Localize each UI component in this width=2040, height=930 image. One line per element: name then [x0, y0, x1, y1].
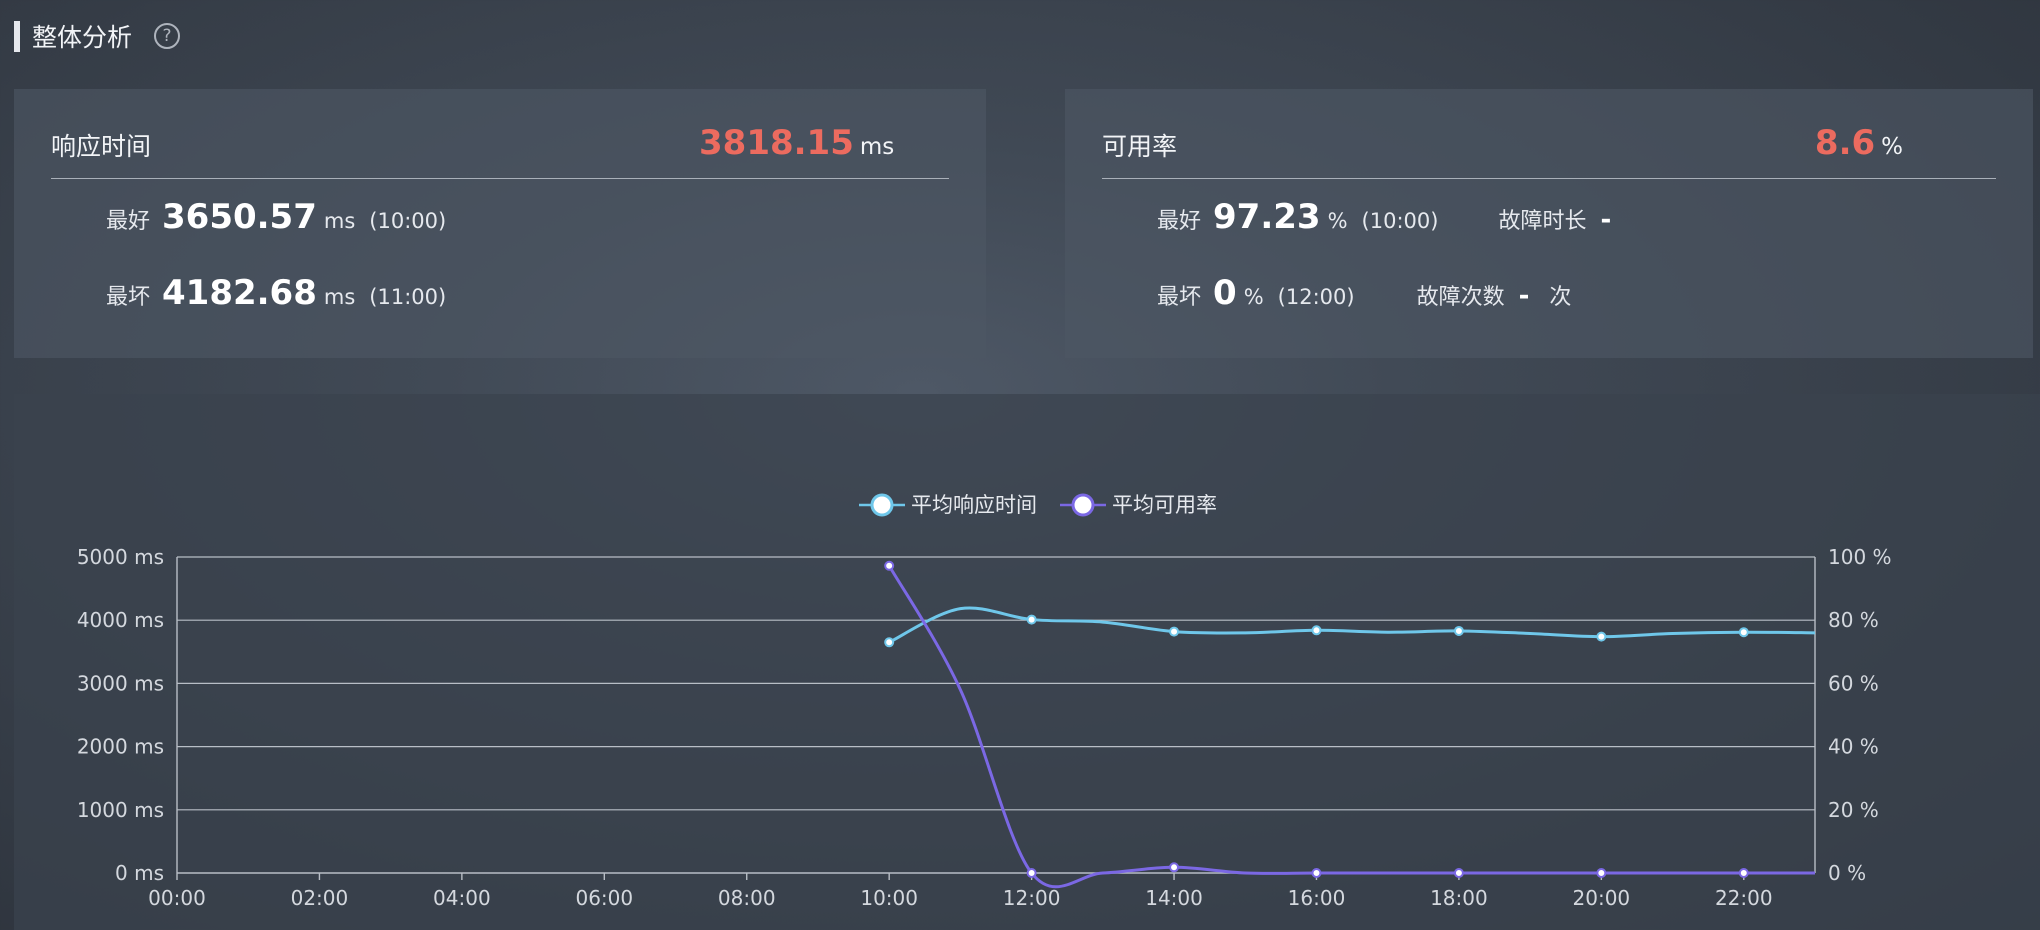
y-left-tick-label: 1000 ms	[77, 798, 164, 822]
fault-duration-label: 故障时长	[1498, 209, 1587, 234]
x-tick-label: 12:00	[1003, 886, 1061, 910]
response-time-point	[1026, 614, 1037, 625]
y-left-tick-label: 5000 ms	[77, 545, 164, 569]
availability-title: 可用率	[1102, 132, 1178, 161]
response-time-point	[1311, 625, 1322, 636]
response-worst-row: 最坏 4182.68 ms (11:00)	[106, 273, 446, 313]
response-time-point	[1453, 625, 1464, 636]
availability-worst-value: 0	[1213, 273, 1237, 313]
response-worst-label: 最坏	[106, 285, 151, 310]
response-best-unit: ms	[323, 209, 356, 233]
availability-point	[1169, 862, 1180, 873]
availability-best-label: 最好	[1157, 209, 1202, 234]
y-left-tick-label: 0 ms	[115, 861, 164, 885]
response-best-time: (10:00)	[369, 209, 447, 233]
availability-unit: %	[1881, 134, 1903, 160]
availability-best-value: 97.23	[1213, 197, 1321, 237]
availability-best-time: (10:00)	[1361, 209, 1439, 233]
section-header: 整体分析 ?	[14, 18, 181, 54]
response-time-title: 响应时间	[51, 132, 152, 161]
x-tick-label: 14:00	[1145, 886, 1203, 910]
availability-best-unit: %	[1327, 209, 1348, 233]
y-left-tick-label: 4000 ms	[77, 608, 164, 632]
response-time-card: 响应时间 3818.15 ms 最好 3650.57 ms (10:00) 最坏 …	[14, 89, 986, 358]
availability-point	[1311, 868, 1322, 878]
response-worst-time: (11:00)	[369, 285, 447, 309]
y-right-tick-label: 40 %	[1828, 735, 1879, 759]
response-time-point	[884, 637, 895, 648]
x-tick-label: 18:00	[1430, 886, 1488, 910]
response-worst-value: 4182.68	[162, 273, 317, 313]
availability-line	[887, 565, 1815, 889]
availability-point	[1453, 868, 1464, 878]
trend-chart[interactable]: 0 ms 0 % 1000 ms 20 % 2000 ms 40 % 3000 ms 60 %…	[14, 394, 2040, 930]
x-tick-label: 22:00	[1715, 886, 1773, 910]
y-right-tick-label: 100 %	[1828, 545, 1892, 569]
section-title: 整体分析	[32, 23, 133, 52]
x-tick-label: 20:00	[1573, 886, 1631, 910]
availability-point	[1596, 868, 1607, 878]
x-tick-label: 06:00	[575, 886, 633, 910]
response-time-point	[1738, 627, 1749, 638]
legend-marker	[1071, 493, 1095, 517]
response-worst-unit: ms	[323, 285, 356, 309]
availability-point	[884, 560, 895, 571]
y-left-tick-label: 2000 ms	[77, 735, 164, 759]
response-time-point	[1596, 631, 1607, 642]
fault-count-value: -	[1518, 281, 1530, 311]
response-best-row: 最好 3650.57 ms (10:00)	[106, 197, 446, 237]
y-right-tick-label: 20 %	[1828, 798, 1879, 822]
trend-chart-panel: 0 ms 0 % 1000 ms 20 % 2000 ms 40 % 3000 ms 60 %…	[14, 394, 2040, 930]
x-tick-label: 08:00	[718, 886, 776, 910]
y-right-tick-label: 80 %	[1828, 608, 1879, 632]
y-right-tick-label: 0 %	[1828, 861, 1866, 885]
y-right-tick-label: 60 %	[1828, 671, 1879, 695]
availability-point	[1026, 868, 1037, 878]
x-tick-label: 04:00	[433, 886, 491, 910]
fault-duration-value: -	[1600, 205, 1612, 235]
response-best-value: 3650.57	[162, 197, 317, 237]
x-tick-label: 02:00	[291, 886, 349, 910]
question-circle-icon[interactable]: ?	[154, 23, 181, 49]
legend-label: 平均可用率	[1112, 493, 1217, 517]
availability-worst-time: (12:00)	[1277, 285, 1355, 309]
fault-count-unit: 次	[1549, 285, 1572, 310]
availability-point	[1738, 868, 1749, 878]
availability-worst-label: 最坏	[1157, 285, 1202, 310]
response-time-value: 3818.15	[699, 123, 854, 163]
response-time-point	[1169, 626, 1180, 637]
x-tick-label: 10:00	[860, 886, 918, 910]
response-best-label: 最好	[106, 209, 151, 234]
y-left-tick-label: 3000 ms	[77, 671, 164, 695]
availability-card: 可用率 8.6% 最好 97.23 % (10:00) 故障时长 - 最坏 0 …	[1065, 89, 2033, 358]
x-tick-label: 00:00	[148, 886, 206, 910]
response-time-line	[888, 606, 1816, 644]
legend-marker	[870, 493, 894, 517]
section-header-bar	[14, 20, 20, 52]
availability-worst-row: 最坏 0 % (12:00) 故障次数 - 次	[1157, 273, 1571, 313]
availability-card-header: 可用率 8.6%	[1102, 89, 1996, 179]
response-time-unit: ms	[859, 134, 895, 160]
response-time-summary: 3818.15 ms	[699, 123, 894, 163]
fault-count-label: 故障次数	[1416, 285, 1505, 310]
legend-label: 平均响应时间	[911, 493, 1037, 517]
availability-worst-unit: %	[1243, 285, 1264, 309]
response-time-card-header: 响应时间 3818.15 ms	[51, 89, 949, 179]
availability-value: 8.6	[1814, 123, 1876, 163]
availability-summary: 8.6%	[1815, 123, 1903, 163]
availability-best-row: 最好 97.23 % (10:00) 故障时长 -	[1157, 197, 1611, 237]
x-tick-label: 16:00	[1288, 886, 1346, 910]
